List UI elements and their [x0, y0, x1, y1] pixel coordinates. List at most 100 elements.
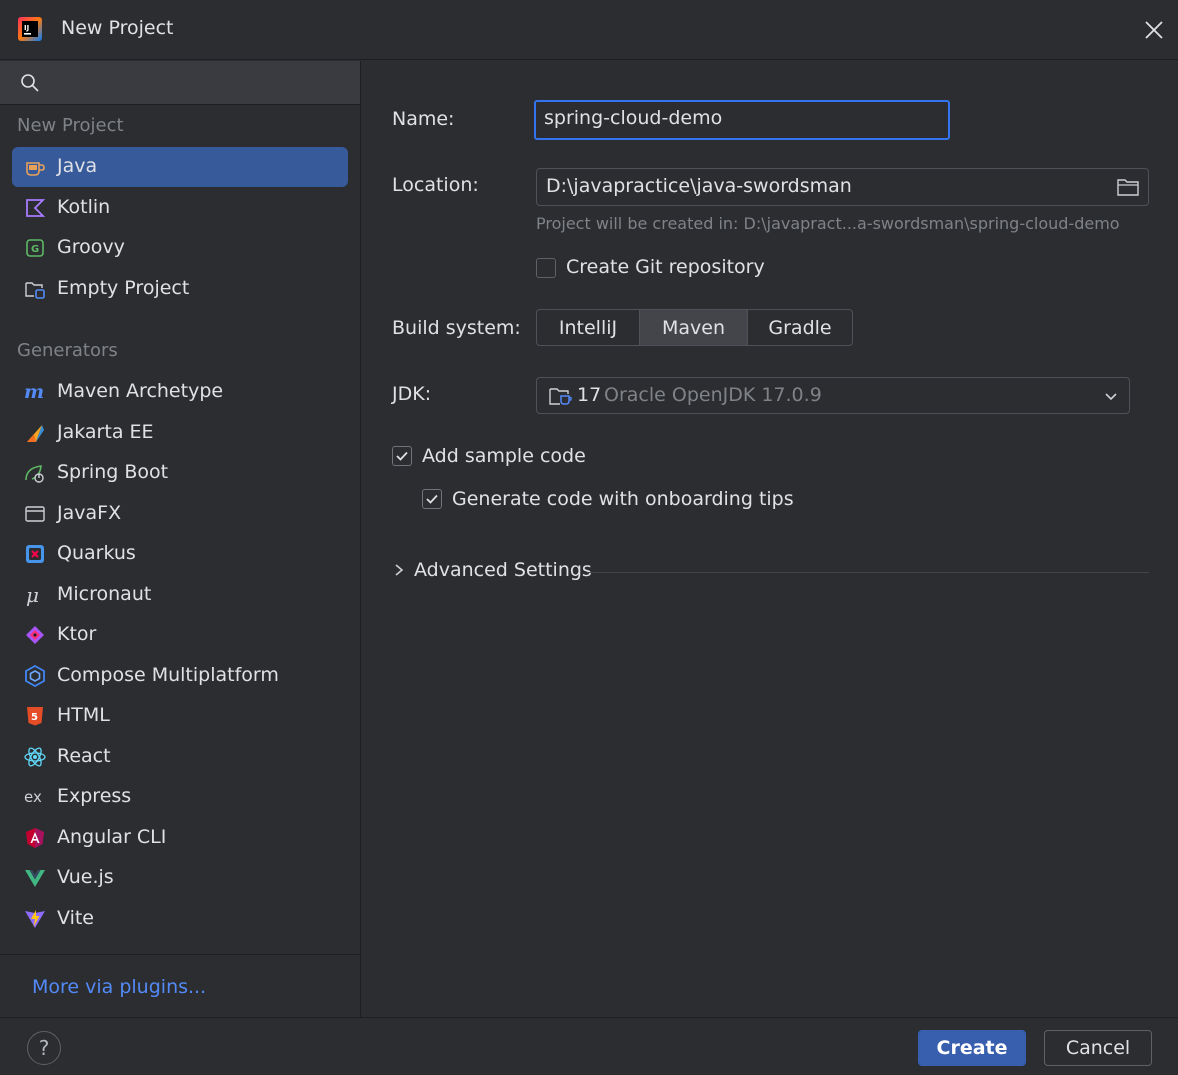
jdk-name: Oracle OpenJDK 17.0.9 — [604, 384, 822, 406]
ktor-icon — [26, 626, 44, 644]
spring-boot-icon — [25, 465, 44, 483]
build-option-gradle[interactable]: Gradle — [748, 310, 852, 345]
sidebar-item-label: Vite — [57, 907, 94, 929]
sidebar-item-label: Kotlin — [57, 196, 111, 218]
location-value: D:\javapractice\java-swordsman — [546, 175, 852, 197]
close-icon[interactable] — [1140, 16, 1168, 44]
divider — [587, 572, 1149, 573]
compose-icon — [25, 665, 45, 687]
sidebar-item-express[interactable]: ex Express — [12, 777, 348, 817]
location-field[interactable]: D:\javapractice\java-swordsman — [536, 168, 1149, 206]
create-button[interactable]: Create — [918, 1030, 1026, 1066]
sidebar-item-javafx[interactable]: JavaFX — [12, 494, 348, 534]
sidebar-item-label: Angular CLI — [57, 826, 167, 848]
generators-section-label: Generators — [17, 340, 118, 361]
window-title: New Project — [61, 17, 174, 39]
checkmark-icon — [426, 494, 438, 504]
search-input[interactable] — [0, 61, 360, 105]
build-system-label: Build system: — [392, 317, 521, 339]
sidebar-item-micronaut[interactable]: μ Micronaut — [12, 575, 348, 615]
svg-text:m: m — [24, 381, 44, 403]
location-hint: Project will be created in: D:\javapract… — [536, 214, 1120, 233]
jdk-folder-icon — [549, 388, 572, 405]
sidebar-item-empty-project[interactable]: Empty Project — [12, 269, 348, 309]
jdk-dropdown[interactable]: 17 Oracle OpenJDK 17.0.9 — [536, 377, 1130, 414]
jdk-version: 17 — [577, 384, 602, 406]
sidebar-item-angular-cli[interactable]: Angular CLI — [12, 818, 348, 858]
sidebar-divider — [0, 954, 360, 955]
sidebar-item-label: Ktor — [57, 623, 97, 645]
sidebar-item-label: Quarkus — [57, 542, 136, 564]
vite-icon — [25, 910, 45, 928]
name-field[interactable]: spring-cloud-demo — [534, 100, 950, 140]
quarkus-icon — [26, 545, 44, 563]
maven-icon: m — [24, 381, 44, 403]
checkmark-icon — [396, 451, 408, 461]
sidebar-item-label: Compose Multiplatform — [57, 664, 279, 686]
sidebar-item-label: Empty Project — [57, 277, 190, 299]
sidebar-item-label: JavaFX — [57, 502, 122, 524]
title-bar: IJ New Project — [0, 0, 1178, 60]
cancel-button[interactable]: Cancel — [1044, 1030, 1152, 1066]
sidebar-item-label: Maven Archetype — [57, 380, 224, 402]
advanced-settings-toggle[interactable]: Advanced Settings — [392, 557, 1149, 587]
sidebar-item-ktor[interactable]: Ktor — [12, 615, 348, 655]
sidebar-item-compose-multiplatform[interactable]: Compose Multiplatform — [12, 656, 348, 696]
folder-icon[interactable] — [1117, 178, 1139, 196]
more-via-plugins-link[interactable]: More via plugins... — [32, 976, 206, 998]
sidebar-item-label: Express — [57, 785, 132, 807]
search-icon — [21, 74, 39, 92]
sidebar-item-react[interactable]: React — [12, 737, 348, 777]
kotlin-icon — [26, 199, 46, 217]
onboarding-tips-label: Generate code with onboarding tips — [452, 488, 794, 510]
add-sample-code-checkbox[interactable] — [392, 446, 412, 466]
react-icon — [24, 747, 46, 767]
sidebar-item-label: Jakarta EE — [57, 421, 154, 443]
svg-text:μ: μ — [26, 584, 39, 606]
html5-icon: 5 — [27, 707, 43, 726]
build-option-intellij[interactable]: IntelliJ — [537, 310, 640, 345]
sidebar-item-java[interactable]: Java — [12, 147, 348, 187]
help-button[interactable]: ? — [27, 1031, 61, 1065]
svg-text:G: G — [31, 244, 39, 255]
build-option-maven[interactable]: Maven — [640, 310, 748, 345]
sidebar-item-vuejs[interactable]: Vue.js — [12, 858, 348, 898]
sidebar-item-quarkus[interactable]: Quarkus — [12, 534, 348, 574]
jdk-label: JDK: — [392, 383, 432, 405]
jakarta-ee-icon — [27, 425, 44, 442]
sidebar-item-label: Vue.js — [57, 866, 114, 888]
sidebar-item-label: Micronaut — [57, 583, 152, 605]
new-project-section-label: New Project — [17, 115, 124, 136]
sidebar-item-label: Groovy — [57, 236, 125, 258]
advanced-settings-label: Advanced Settings — [414, 559, 592, 581]
express-icon: ex — [24, 788, 42, 806]
micronaut-icon: μ — [26, 584, 39, 606]
sidebar-item-html[interactable]: 5 HTML — [12, 696, 348, 736]
sidebar-item-label: React — [57, 745, 111, 767]
chevron-right-icon — [395, 564, 404, 576]
sidebar-item-kotlin[interactable]: Kotlin — [12, 188, 348, 228]
java-icon — [26, 162, 45, 176]
sidebar-item-label: Spring Boot — [57, 461, 169, 483]
dialog-footer: ? Create Cancel — [0, 1017, 1178, 1075]
sidebar-item-label: HTML — [57, 704, 110, 726]
location-label: Location: — [392, 174, 479, 196]
sidebar-item-maven-archetype[interactable]: m Maven Archetype — [12, 372, 348, 412]
empty-project-icon — [25, 282, 45, 299]
chevron-down-icon — [1105, 393, 1117, 401]
add-sample-code-label: Add sample code — [422, 445, 586, 467]
build-system-selector: IntelliJ Maven Gradle — [536, 309, 853, 346]
create-git-repository-label: Create Git repository — [566, 256, 765, 278]
vue-icon — [25, 870, 45, 887]
svg-text:5: 5 — [31, 712, 38, 723]
sidebar-item-vite[interactable]: Vite — [12, 899, 348, 939]
sidebar-item-spring-boot[interactable]: Spring Boot — [12, 453, 348, 493]
intellij-idea-icon: IJ — [18, 17, 42, 41]
svg-text:IJ: IJ — [24, 24, 29, 32]
svg-text:ex: ex — [24, 788, 42, 806]
create-git-repository-checkbox[interactable] — [536, 258, 556, 278]
sidebar-item-jakarta-ee[interactable]: Jakarta EE — [12, 413, 348, 453]
name-label: Name: — [392, 108, 455, 130]
onboarding-tips-checkbox[interactable] — [422, 489, 442, 509]
sidebar-item-groovy[interactable]: G Groovy — [12, 228, 348, 268]
